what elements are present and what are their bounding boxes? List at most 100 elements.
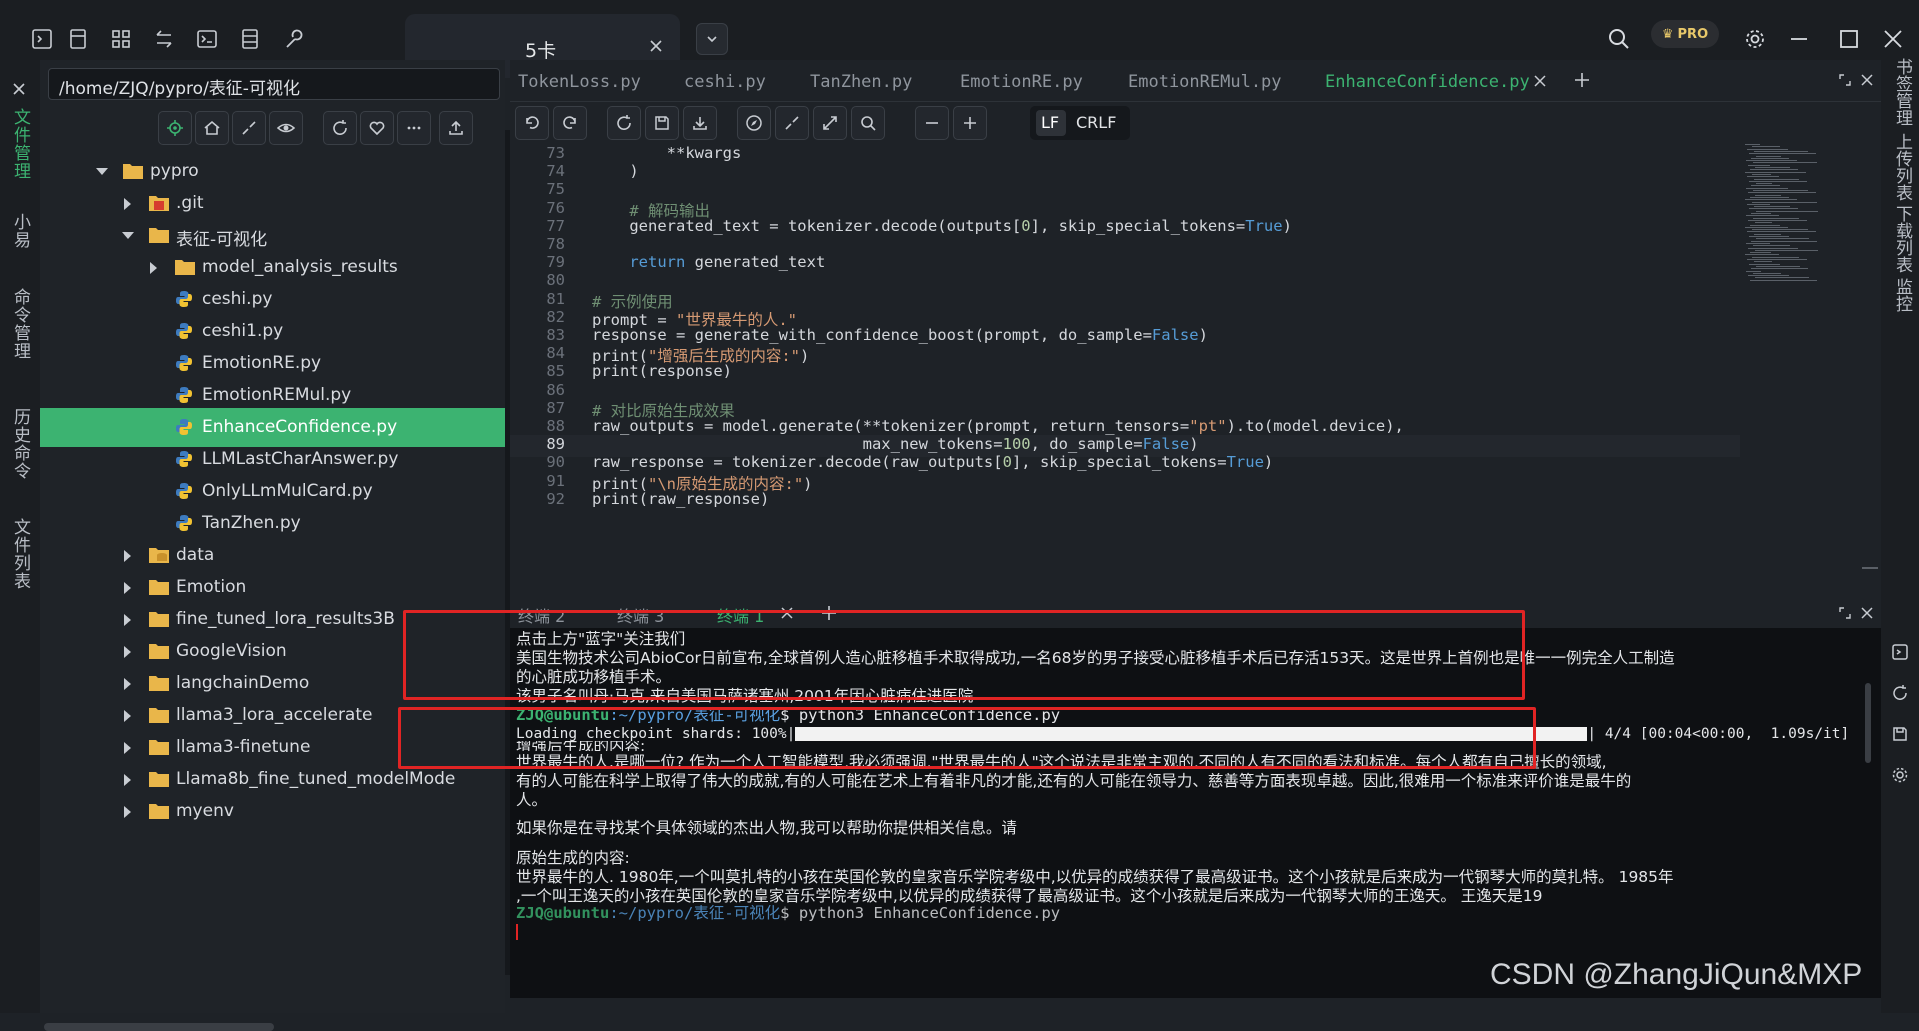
- close-icon[interactable]: [648, 38, 664, 54]
- lf-option[interactable]: LF: [1036, 110, 1066, 136]
- minimize-icon[interactable]: [1786, 26, 1812, 52]
- close-panel-icon[interactable]: [11, 81, 27, 97]
- horizontal-scrollbar[interactable]: [44, 1023, 274, 1031]
- minimap-line: [1756, 183, 1772, 185]
- tab-ceshi[interactable]: ceshi.py: [684, 72, 766, 92]
- chevron-right-icon[interactable]: [124, 646, 131, 658]
- redo-button[interactable]: [553, 106, 587, 140]
- terminal-icon[interactable]: [29, 26, 55, 52]
- rail-tab-monitor[interactable]: 监控: [1890, 278, 1915, 312]
- minimap-line: [1747, 259, 1807, 260]
- minimap-line: [1753, 245, 1790, 247]
- transfer-icon[interactable]: [151, 26, 177, 52]
- tab-emotionre[interactable]: EmotionRE.py: [960, 72, 1083, 92]
- save-button[interactable]: [645, 106, 679, 140]
- chevron-right-icon[interactable]: [150, 262, 157, 274]
- undo-button[interactable]: [515, 106, 549, 140]
- chevron-right-icon[interactable]: [124, 198, 131, 210]
- code-text: raw_outputs = model.generate(**tokenizer…: [592, 417, 1404, 435]
- code-area[interactable]: 73 **kwargs 74 ) 75 76 # 解码输出 77 generated_t…: [510, 144, 1740, 595]
- splitter-handle[interactable]: [1862, 567, 1878, 569]
- compass-button[interactable]: [737, 106, 771, 140]
- chevron-right-icon[interactable]: [124, 742, 131, 754]
- line-ending-toggle[interactable]: LF CRLF: [1030, 106, 1130, 140]
- grid-icon[interactable]: [108, 26, 134, 52]
- collapse-button[interactable]: [232, 111, 266, 145]
- chevron-down-icon[interactable]: [96, 168, 108, 175]
- minimap-line: [1756, 265, 1800, 267]
- code-line: 92 print(raw_response): [510, 490, 1740, 512]
- terminal-scrollbar[interactable]: [1865, 683, 1871, 763]
- tab-tokenloss[interactable]: TokenLoss.py: [518, 72, 641, 92]
- left-rail: 文件管理 小易 命令管理 历史命令 文件列表: [0, 78, 40, 1013]
- code-text: return generated_text: [629, 253, 826, 272]
- rail-tab-history[interactable]: 历史命令: [8, 408, 33, 480]
- download-button[interactable]: [683, 106, 717, 140]
- chevron-right-icon[interactable]: [124, 678, 131, 690]
- terminal-side-icon[interactable]: [1891, 643, 1909, 661]
- minimap-line: [1753, 162, 1817, 164]
- reload-button[interactable]: [607, 106, 641, 140]
- chevron-down-icon[interactable]: [122, 232, 134, 239]
- folder-item[interactable]: myenv: [40, 792, 505, 831]
- tab-enhanceconfidence[interactable]: EnhanceConfidence.py: [1325, 72, 1530, 92]
- show-hidden-button[interactable]: [269, 111, 303, 145]
- code-minimap[interactable]: [1745, 144, 1840, 284]
- pro-badge[interactable]: ♛ PRO: [1651, 20, 1719, 48]
- window-close-icon[interactable]: [1880, 26, 1906, 52]
- bookmark-icon[interactable]: [65, 26, 91, 52]
- maximize-terminal-icon[interactable]: [1838, 606, 1852, 620]
- path-input[interactable]: /home/ZJQ/pypro/表征-可视化: [48, 68, 500, 100]
- chevron-right-icon[interactable]: [124, 710, 131, 722]
- upload-button[interactable]: [439, 111, 473, 145]
- chevron-right-icon[interactable]: [124, 774, 131, 786]
- more-button[interactable]: [397, 111, 431, 145]
- code-text: generated_text = tokenizer.decode(output…: [592, 216, 1292, 235]
- folder-icon: [174, 257, 196, 277]
- locate-button[interactable]: [158, 111, 192, 145]
- search-icon[interactable]: [1606, 26, 1632, 52]
- refresh-side-icon[interactable]: [1891, 684, 1909, 702]
- minimap-line: [1748, 275, 1789, 277]
- find-button[interactable]: [851, 106, 885, 140]
- watermark: CSDN @ZhangJiQun&MXP: [1490, 958, 1863, 991]
- crlf-option[interactable]: CRLF: [1076, 113, 1116, 132]
- zoom-in-button[interactable]: [953, 106, 987, 140]
- tab-tanzhen[interactable]: TanZhen.py: [810, 72, 912, 92]
- close-terminal-icon[interactable]: [1860, 606, 1874, 620]
- wrench-icon[interactable]: [280, 26, 306, 52]
- line-number: 87: [546, 398, 565, 417]
- zoom-out-button[interactable]: [915, 106, 949, 140]
- collapse-all-button[interactable]: [775, 106, 809, 140]
- chevron-right-icon[interactable]: [124, 550, 131, 562]
- shell-icon[interactable]: [194, 26, 220, 52]
- server-icon[interactable]: [237, 26, 263, 52]
- chevron-right-icon[interactable]: [124, 614, 131, 626]
- close-editor-icon[interactable]: [1860, 73, 1874, 87]
- save-side-icon[interactable]: [1891, 725, 1909, 743]
- chevron-right-icon[interactable]: [124, 582, 131, 594]
- chevron-right-icon[interactable]: [124, 806, 131, 818]
- expand-button[interactable]: [813, 106, 847, 140]
- maximize-panel-icon[interactable]: [1838, 73, 1852, 87]
- rail-tab-upload-list[interactable]: 上传列表: [1890, 133, 1915, 201]
- close-tab-icon[interactable]: [1533, 74, 1547, 88]
- highlight-box-enhanced: [403, 610, 1525, 700]
- rail-tab-command-manager[interactable]: 命令管理: [8, 288, 33, 360]
- add-tab-icon[interactable]: [1573, 71, 1591, 89]
- prompt-path: :~/pypro/表征-可视化: [609, 904, 781, 922]
- rail-tab-file-list[interactable]: 文件列表: [8, 518, 33, 590]
- rail-tab-file-manager[interactable]: 文件管理: [8, 108, 33, 180]
- settings-side-icon[interactable]: [1891, 766, 1909, 784]
- home-button[interactable]: [195, 111, 229, 145]
- favorite-button[interactable]: [360, 111, 394, 145]
- rail-tab-xiaoyi[interactable]: 小易: [8, 213, 33, 249]
- maximize-icon[interactable]: [1836, 26, 1862, 52]
- rail-tab-download-list[interactable]: 下载列表: [1890, 205, 1915, 273]
- tabs-dropdown-button[interactable]: [696, 23, 728, 55]
- rail-tab-bookmarks[interactable]: 书签管理: [1890, 58, 1915, 126]
- gear-icon[interactable]: [1742, 26, 1768, 52]
- minimap-line: [1745, 226, 1788, 228]
- tab-emotionremul[interactable]: EmotionREMul.py: [1128, 72, 1282, 92]
- refresh-button[interactable]: [323, 111, 357, 145]
